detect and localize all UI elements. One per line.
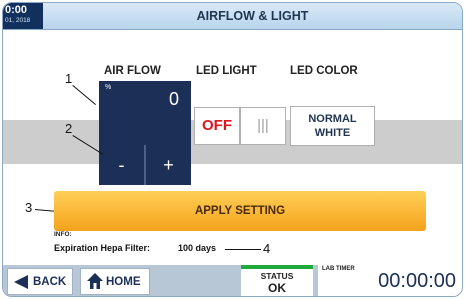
status-value: OK bbox=[268, 281, 286, 295]
home-label: HOME bbox=[106, 276, 141, 288]
touch-screen: 0:00 01, 2018 AIRFLOW & LIGHT AIR FLOW L… bbox=[2, 2, 463, 297]
led-color-line2: WHITE bbox=[314, 127, 351, 139]
back-arrow-icon bbox=[14, 275, 28, 289]
callout-4-leader bbox=[225, 249, 261, 251]
led-color-button[interactable]: NORMAL WHITE bbox=[290, 106, 375, 146]
led-color-label: LED COLOR bbox=[290, 65, 358, 77]
led-on-button[interactable]: ||| bbox=[240, 107, 286, 145]
callout-1: 1 bbox=[65, 71, 73, 86]
clock-date: 01, 2018 bbox=[5, 17, 31, 24]
callout-2: 2 bbox=[65, 121, 73, 136]
airflow-control: % 0 - + bbox=[99, 81, 191, 185]
callout-4: 4 bbox=[263, 241, 271, 256]
back-button[interactable]: BACK bbox=[7, 268, 73, 295]
hepa-expiration-label: Expiration Hepa Filter: bbox=[54, 243, 151, 253]
info-label: INFO: bbox=[54, 231, 72, 238]
led-off-button[interactable]: OFF bbox=[194, 107, 240, 145]
led-light-label: LED LIGHT bbox=[196, 65, 257, 77]
airflow-increase-button[interactable]: + bbox=[146, 145, 191, 185]
callout-3: 3 bbox=[25, 200, 33, 215]
airflow-label: AIR FLOW bbox=[104, 65, 161, 77]
clock: 0:00 01, 2018 bbox=[3, 3, 43, 29]
hepa-expiration-value: 100 days bbox=[178, 243, 217, 253]
back-label: BACK bbox=[33, 276, 67, 288]
status-indicator: STATUS OK bbox=[241, 265, 313, 296]
airflow-decrease-button[interactable]: - bbox=[99, 145, 144, 185]
lab-timer-label: LAB TIMER bbox=[322, 266, 355, 272]
clock-time: 0:00 bbox=[5, 4, 28, 16]
callout-1-leader bbox=[72, 85, 96, 106]
bottom-bar: BACK HOME STATUS OK LAB TIMER 00:00:00 bbox=[3, 265, 462, 296]
status-label: STATUS bbox=[260, 271, 294, 281]
page-title: AIRFLOW & LIGHT bbox=[196, 9, 309, 23]
lab-timer-value: 00:00:00 bbox=[378, 270, 456, 292]
home-icon bbox=[87, 273, 103, 289]
apply-setting-button[interactable]: APPLY SETTING bbox=[54, 191, 426, 231]
airflow-unit: % bbox=[105, 84, 112, 91]
title-bar: 0:00 01, 2018 AIRFLOW & LIGHT bbox=[3, 3, 462, 30]
lab-timer[interactable]: LAB TIMER 00:00:00 bbox=[318, 265, 462, 296]
home-button[interactable]: HOME bbox=[80, 268, 150, 295]
led-color-line1: NORMAL bbox=[308, 113, 357, 125]
airflow-value-field[interactable]: 0 bbox=[169, 89, 179, 110]
